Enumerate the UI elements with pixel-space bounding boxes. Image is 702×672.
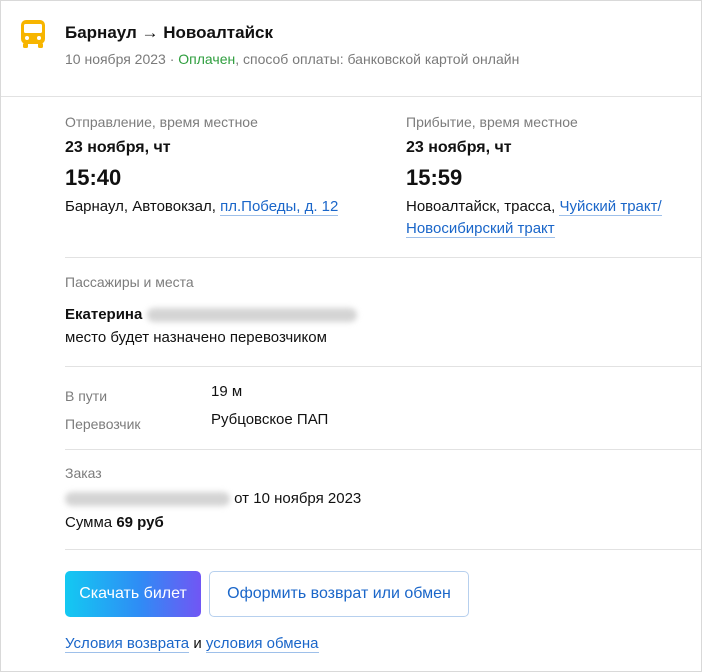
- return-conditions-link[interactable]: Условия возврата: [65, 635, 190, 653]
- arrival-date: 23 ноября, чт: [406, 139, 512, 156]
- arrival-time: 15:59: [406, 165, 463, 190]
- arrival-address-link-2[interactable]: Новосибирский тракт: [406, 220, 555, 238]
- status-badge: Оплачен: [178, 51, 236, 67]
- arrival-place: Новоалтайск, трасса, Чуйский тракт/Новос…: [406, 196, 696, 240]
- refund-exchange-button[interactable]: Оформить возврат или обмен: [209, 571, 469, 617]
- order-sum: Сумма 69 руб: [65, 514, 164, 531]
- order-date-text: от 10 ноября 2023: [234, 490, 362, 507]
- order-subline: 10 ноября 2023 · Оплачен, способ оплаты:…: [65, 51, 519, 67]
- divider: [65, 366, 701, 367]
- order-date: 10 ноября 2023: [65, 51, 166, 67]
- arrival-label: Прибытие, время местное: [406, 114, 578, 130]
- departure-date: 23 ноября, чт: [65, 139, 171, 156]
- passenger-seat: место будет назначено перевозчиком: [65, 329, 327, 346]
- departure-time: 15:40: [65, 165, 122, 190]
- exchange-conditions-link[interactable]: условия обмена: [205, 635, 319, 653]
- sum-label: Сумма: [65, 514, 117, 531]
- conditions-and: и: [189, 635, 206, 652]
- subline-separator: ·: [165, 51, 179, 67]
- carrier-label: Перевозчик: [65, 416, 141, 432]
- passengers-label: Пассажиры и места: [65, 274, 194, 290]
- duration-value: 19 м: [211, 383, 243, 400]
- divider: [65, 549, 701, 550]
- divider: [65, 257, 701, 258]
- passenger-redacted-surname: [146, 308, 357, 323]
- passenger-name: Екатерина: [65, 306, 357, 323]
- conditions-links: Условия возврата и условия обмена: [65, 635, 319, 653]
- bus-icon: [21, 20, 45, 48]
- order-label: Заказ: [65, 465, 102, 481]
- passenger-first-name: Екатерина: [65, 306, 143, 323]
- departure-label: Отправление, время местное: [65, 114, 258, 130]
- payment-method: , способ оплаты: банковской картой онлай…: [235, 51, 520, 67]
- sum-value: 69 руб: [116, 514, 164, 531]
- route-title: Барнаул → Новоалтайск: [65, 23, 273, 42]
- download-ticket-button[interactable]: Скачать билет: [65, 571, 201, 617]
- carrier-value: Рубцовское ПАП: [211, 411, 329, 428]
- ticket-header: Барнаул → Новоалтайск 10 ноября 2023 · О…: [1, 1, 701, 97]
- departure-place-text: Барнаул, Автовокзал,: [65, 198, 221, 215]
- order-number-redacted: [65, 492, 230, 507]
- divider: [65, 449, 701, 450]
- departure-place: Барнаул, Автовокзал, пл.Победы, д. 12: [65, 196, 385, 218]
- order-number-line: от 10 ноября 2023: [65, 490, 361, 507]
- arrival-address-link-1[interactable]: Чуйский тракт/: [559, 198, 662, 216]
- duration-label: В пути: [65, 388, 108, 404]
- ticket-card: Барнаул → Новоалтайск 10 ноября 2023 · О…: [0, 0, 702, 672]
- departure-address-link[interactable]: пл.Победы, д. 12: [220, 198, 339, 216]
- arrival-place-text: Новоалтайск, трасса,: [406, 198, 560, 215]
